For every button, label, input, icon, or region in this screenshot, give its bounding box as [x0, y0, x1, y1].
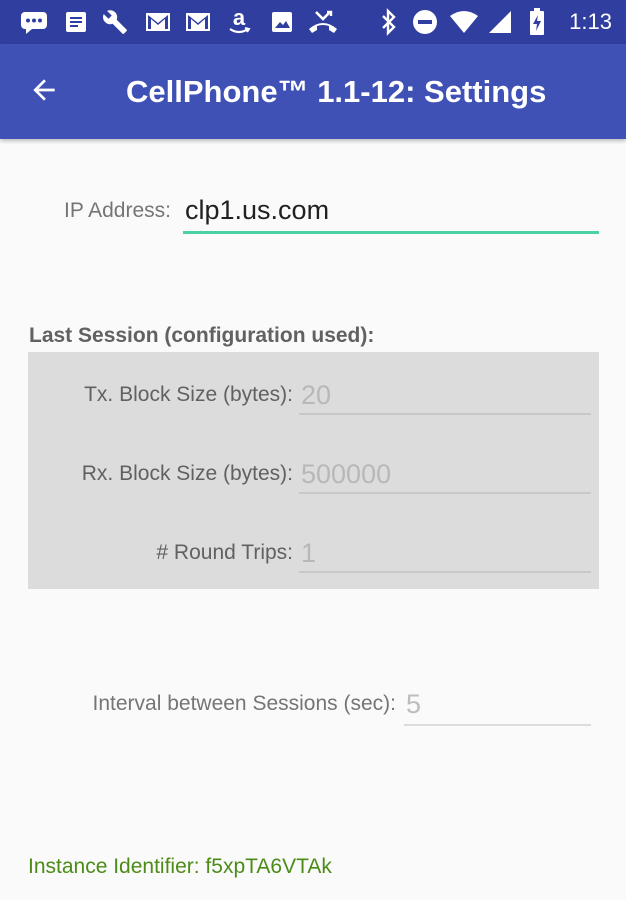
wifi-icon: [448, 0, 480, 44]
battery-charging-icon: [526, 0, 548, 44]
gmail-icon: [183, 0, 213, 44]
image-icon: [268, 0, 296, 44]
instance-identifier: Instance Identifier: f5xpTA6VTAk: [28, 855, 332, 878]
rx-block-size-field: 500000: [299, 454, 591, 494]
interval-label: Interval between Sessions (sec):: [92, 692, 396, 715]
rx-block-size-label: Rx. Block Size (bytes):: [81, 462, 293, 485]
last-session-heading: Last Session (configuration used):: [29, 324, 375, 347]
gmail-icon: [143, 0, 173, 44]
ip-address-input[interactable]: [183, 190, 599, 234]
round-trips-field: 1: [299, 533, 591, 573]
svg-text:a: a: [233, 7, 246, 30]
status-time: 1:13: [569, 9, 612, 34]
message-icon: [18, 0, 50, 44]
missed-call-icon: [306, 0, 340, 44]
bluetooth-icon: [376, 0, 402, 44]
tx-block-size-label: Tx. Block Size (bytes):: [84, 383, 293, 406]
tx-block-size-field: 20: [299, 375, 591, 415]
arrow-left-icon: [28, 74, 60, 111]
wrench-icon: [100, 0, 130, 44]
amazon-icon: a: [224, 0, 254, 44]
page-title: CellPhone™ 1.1-12: Settings: [126, 74, 547, 109]
signal-icon: [486, 0, 514, 44]
status-bar: a 1:13: [0, 0, 626, 44]
back-button[interactable]: [18, 66, 70, 118]
interval-field[interactable]: 5: [404, 684, 591, 726]
ip-address-label: IP Address:: [63, 199, 171, 222]
do-not-disturb-icon: [410, 0, 440, 44]
round-trips-label: # Round Trips:: [156, 541, 293, 564]
app-bar: CellPhone™ 1.1-12: Settings: [0, 44, 626, 139]
notes-icon: [62, 0, 90, 44]
